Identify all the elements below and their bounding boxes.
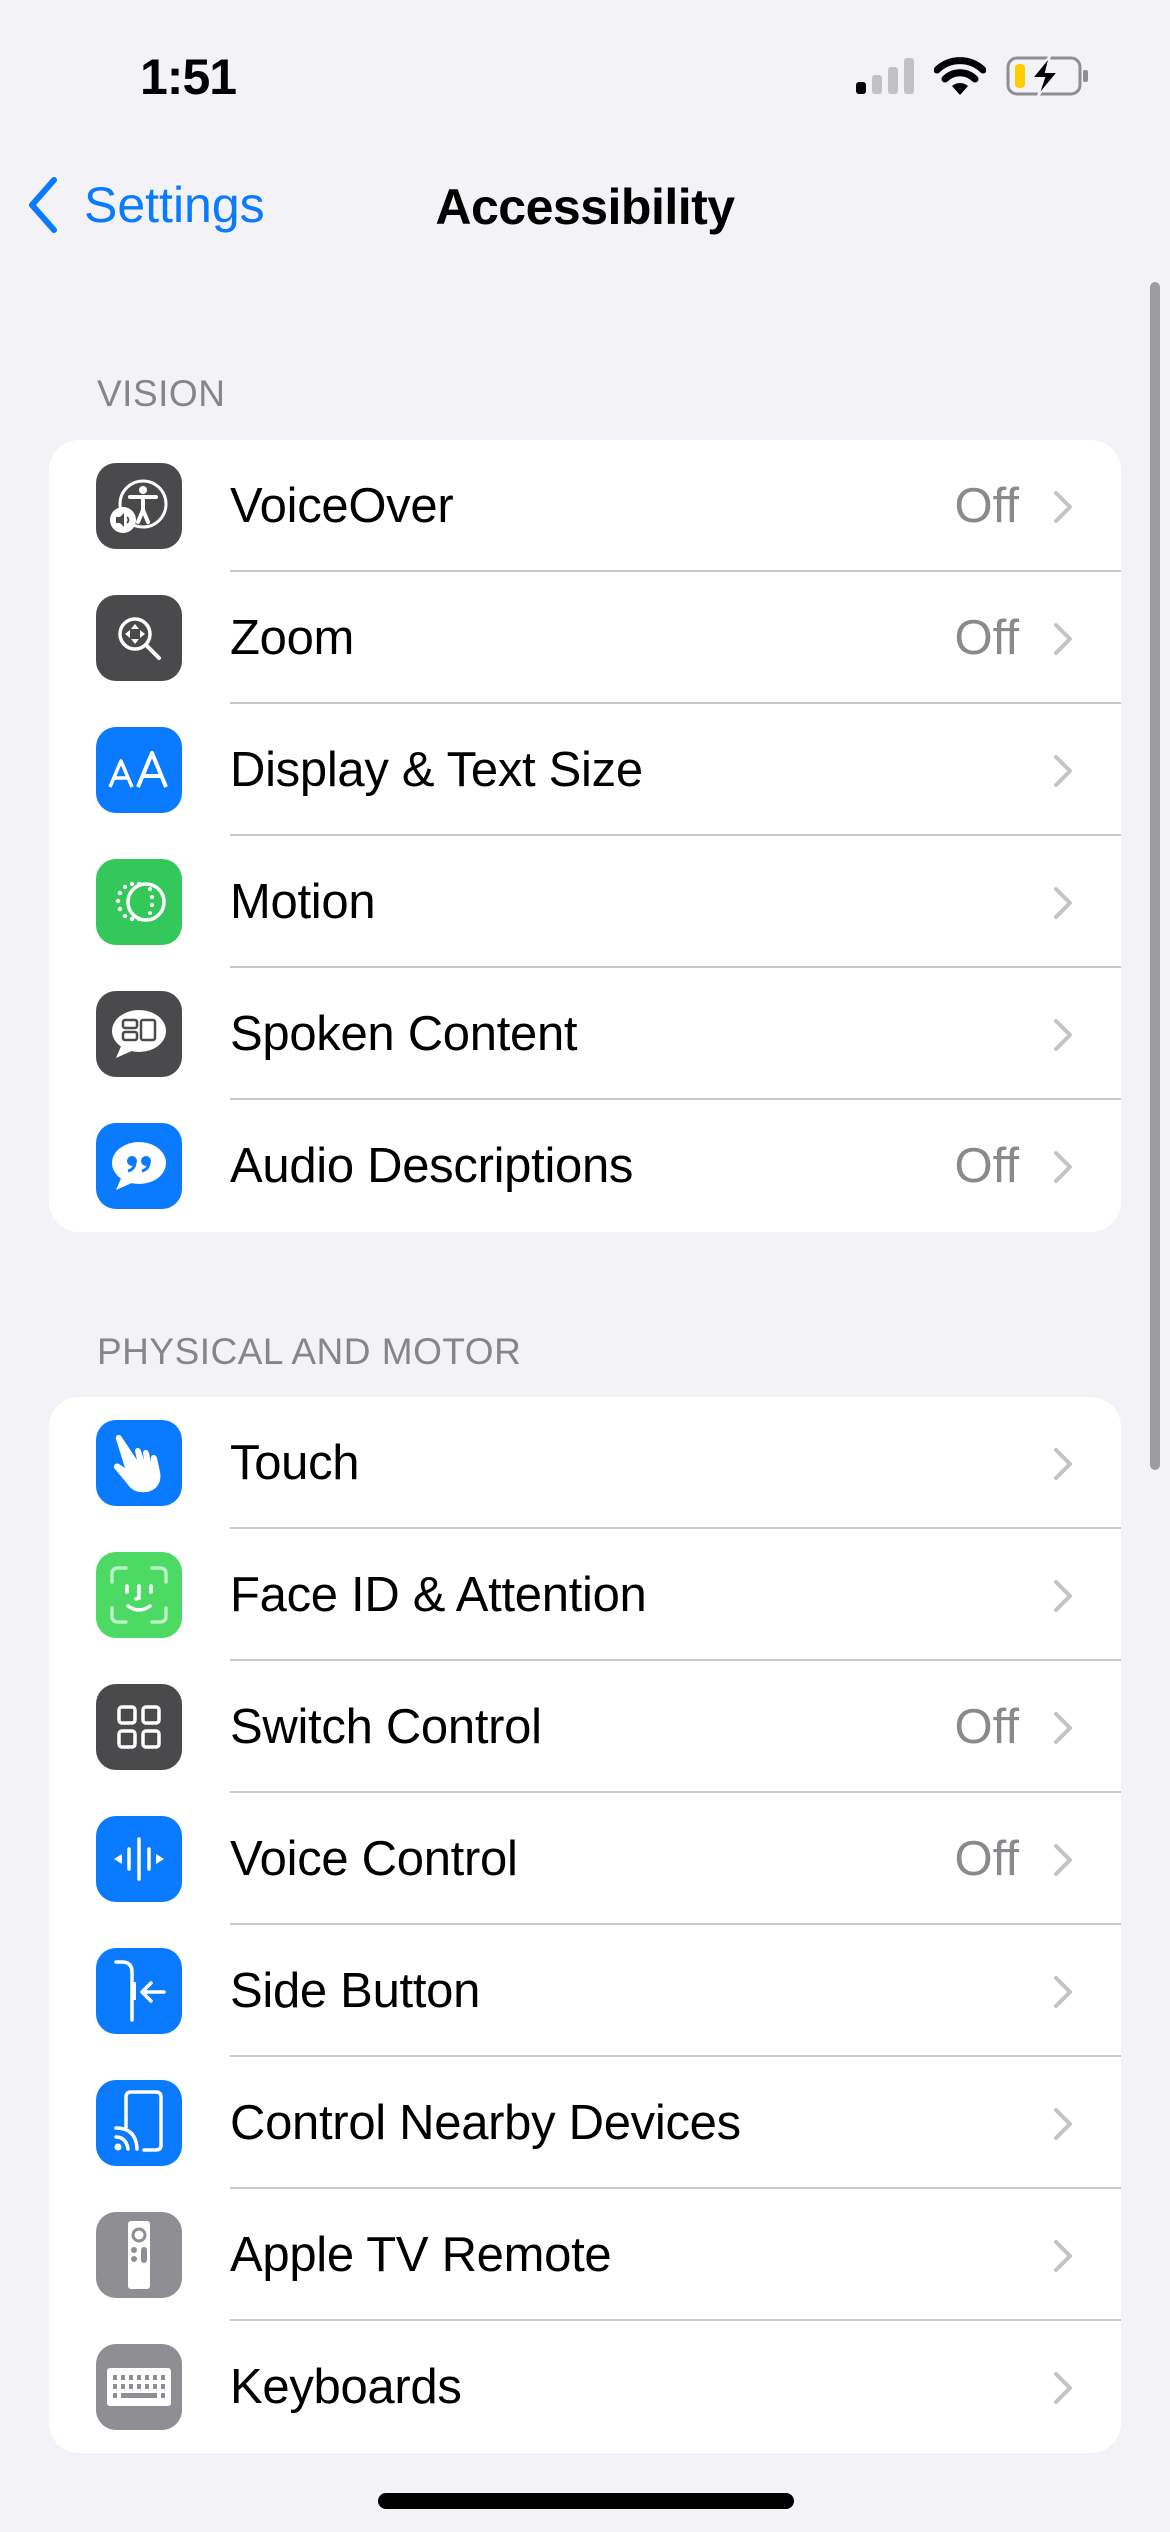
voiceover-icon <box>96 463 182 549</box>
row-label: Control Nearby Devices <box>230 2096 741 2150</box>
row-label: Touch <box>230 1436 360 1490</box>
chevron-right-icon <box>1054 2372 1072 2404</box>
chevron-right-icon <box>1054 1448 1072 1480</box>
row-label: Switch Control <box>230 1700 542 1754</box>
chevron-right-icon <box>1054 2108 1072 2140</box>
row-label: Spoken Content <box>230 1007 578 1061</box>
chevron-right-icon <box>1054 1844 1072 1876</box>
chevron-right-icon <box>1054 887 1072 919</box>
home-indicator[interactable] <box>378 2493 794 2509</box>
row-spoken-content[interactable]: Spoken Content <box>49 968 1121 1100</box>
chevron-right-icon <box>1054 1019 1072 1051</box>
row-apple-tv-remote[interactable]: Apple TV Remote <box>49 2189 1121 2321</box>
chevron-right-icon <box>1054 755 1072 787</box>
row-label: Keyboards <box>230 2360 462 2414</box>
row-control-nearby-devices[interactable]: Control Nearby Devices <box>49 2057 1121 2189</box>
touch-icon <box>96 1420 182 1506</box>
scroll-indicator[interactable] <box>1150 282 1160 1470</box>
row-label: Voice Control <box>230 1832 518 1886</box>
row-side-button[interactable]: Side Button <box>49 1925 1121 2057</box>
row-voiceover[interactable]: VoiceOver Off <box>49 440 1121 572</box>
voice-control-icon <box>96 1816 182 1902</box>
row-label: Motion <box>230 875 376 929</box>
row-label: Audio Descriptions <box>230 1139 634 1193</box>
chevron-right-icon <box>1054 623 1072 655</box>
row-label: Apple TV Remote <box>230 2228 612 2282</box>
row-label: VoiceOver <box>230 479 454 533</box>
spoken-content-icon <box>96 991 182 1077</box>
row-zoom[interactable]: Zoom Off <box>49 572 1121 704</box>
row-value: Off <box>954 1832 1019 1886</box>
status-time: 1:51 <box>140 49 237 105</box>
row-label: Display & Text Size <box>230 743 643 797</box>
page-title: Accessibility <box>435 179 735 235</box>
row-switch-control[interactable]: Switch Control Off <box>49 1661 1121 1793</box>
cellular-signal-icon <box>854 58 914 99</box>
row-value: Off <box>954 1700 1019 1754</box>
motion-icon <box>96 859 182 945</box>
face-id-icon <box>96 1552 182 1638</box>
chevron-right-icon <box>1054 1151 1072 1183</box>
chevron-right-icon <box>1054 1712 1072 1744</box>
accessibility-screen: 1:51 Settings Accessibility VISION Voice… <box>0 0 1170 2532</box>
audio-descriptions-icon <box>96 1123 182 1209</box>
vision-group: VoiceOver Off Zoom Off Display & Text Si… <box>49 440 1121 1232</box>
row-label: Face ID & Attention <box>230 1568 647 1622</box>
row-value: Off <box>954 1139 1019 1193</box>
status-icons <box>854 55 1090 101</box>
zoom-icon <box>96 595 182 681</box>
apple-tv-remote-icon <box>96 2212 182 2298</box>
row-value: Off <box>954 611 1019 665</box>
row-voice-control[interactable]: Voice Control Off <box>49 1793 1121 1925</box>
wifi-icon <box>933 57 987 100</box>
side-button-icon <box>96 1948 182 2034</box>
physical-motor-group: Touch Face ID & Attention Switch Control… <box>49 1397 1121 2453</box>
chevron-right-icon <box>1054 491 1072 523</box>
section-header-vision: VISION <box>97 373 226 414</box>
row-audio-descriptions[interactable]: Audio Descriptions Off <box>49 1100 1121 1232</box>
keyboard-icon <box>96 2344 182 2430</box>
row-label: Zoom <box>230 611 355 665</box>
switch-control-icon <box>96 1684 182 1770</box>
chevron-right-icon <box>1054 2240 1072 2272</box>
row-touch[interactable]: Touch <box>49 1397 1121 1529</box>
section-header-physical-motor: PHYSICAL AND MOTOR <box>97 1331 522 1372</box>
row-display-text-size[interactable]: Display & Text Size <box>49 704 1121 836</box>
row-motion[interactable]: Motion <box>49 836 1121 968</box>
row-face-id-attention[interactable]: Face ID & Attention <box>49 1529 1121 1661</box>
row-value: Off <box>954 479 1019 533</box>
battery-charging-icon <box>1006 55 1090 101</box>
row-label: Side Button <box>230 1964 481 2018</box>
chevron-right-icon <box>1054 1976 1072 2008</box>
chevron-right-icon <box>1054 1580 1072 1612</box>
control-nearby-devices-icon <box>96 2080 182 2166</box>
display-text-size-icon <box>96 727 182 813</box>
row-keyboards[interactable]: Keyboards <box>49 2321 1121 2453</box>
